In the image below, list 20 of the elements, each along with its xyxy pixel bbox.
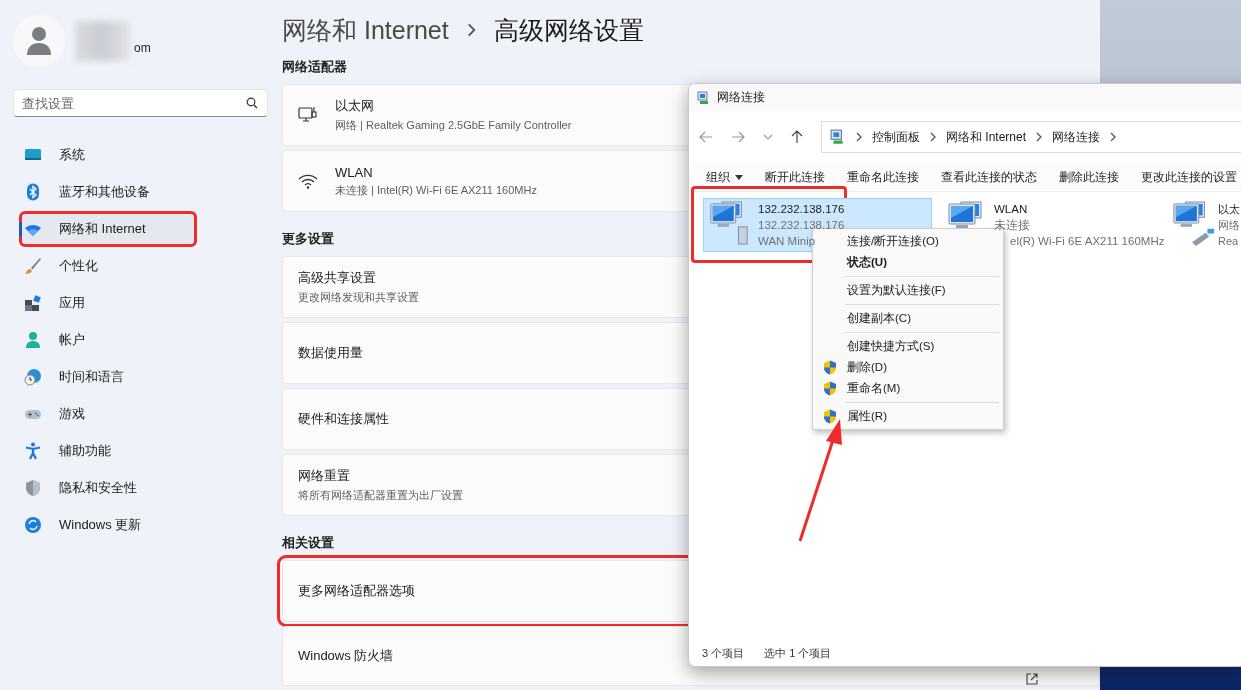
window-title: 网络连接: [717, 89, 765, 106]
status-text: 选中 1 个项目: [764, 645, 832, 661]
section-title: 更多设置: [282, 230, 334, 248]
card-subtitle: 更改网络发现和共享设置: [298, 290, 419, 305]
account-name: om: [134, 41, 151, 55]
card-title: WLAN: [335, 164, 374, 180]
section-title: 相关设置: [282, 534, 334, 552]
card-title: 数据使用量: [298, 344, 363, 362]
card-title: 更多网络适配器选项: [298, 582, 415, 600]
page-title: 高级网络设置: [493, 14, 644, 46]
card-title: 以太网: [335, 97, 375, 115]
card-title: Windows 防火墙: [298, 647, 394, 665]
card-subtitle: 未连接 | Intel(R) Wi-Fi 6E AX211 160MHz: [335, 182, 537, 198]
section-title: 网络适配器: [282, 58, 347, 76]
card-title: 硬件和连接属性: [298, 410, 389, 428]
card-title: 网络重置: [298, 467, 351, 485]
status-text: 3 个项目: [702, 645, 745, 661]
card-title: 高级共享设置: [298, 269, 377, 287]
card-subtitle: 网络 | Realtek Gaming 2.5GbE Family Controller: [335, 118, 572, 133]
card-subtitle: 将所有网络适配器重置为出厂设置: [298, 488, 463, 503]
